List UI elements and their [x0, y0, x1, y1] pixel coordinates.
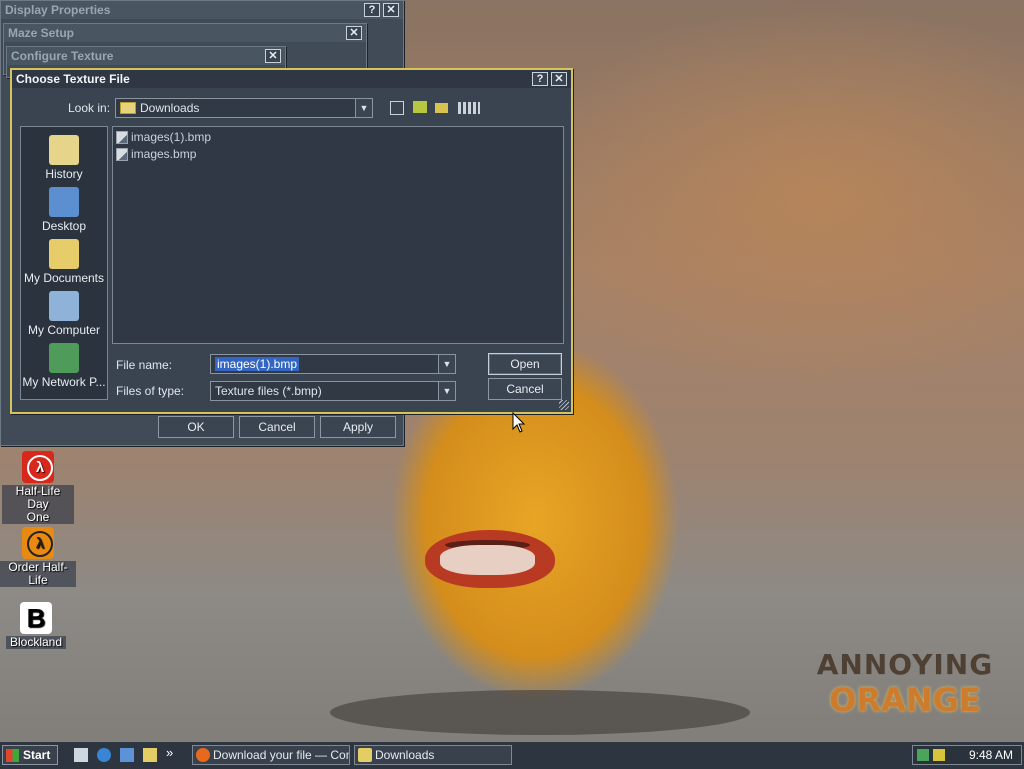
choose-texture-dialog: Choose Texture File ? ✕ Look in: Downloa…: [10, 68, 573, 414]
show-desktop-icon[interactable]: [74, 748, 88, 762]
close-button[interactable]: ✕: [265, 49, 281, 63]
annoying-orange-logo: ANNOYING ORANGE: [816, 648, 994, 719]
chevron-down-icon[interactable]: ▼: [355, 99, 372, 117]
display-properties-title: Display Properties: [5, 3, 111, 17]
files-of-type-label: Files of type:: [116, 384, 185, 398]
cancel-button[interactable]: Cancel: [239, 416, 315, 438]
folder-icon: [120, 102, 136, 114]
network-icon: [49, 343, 79, 373]
desktop-icon: [49, 187, 79, 217]
resize-grip-icon[interactable]: [559, 400, 569, 410]
place-history[interactable]: History: [21, 135, 107, 181]
desktop-icon-order-half-life[interactable]: λ Order Half-Life: [0, 527, 76, 587]
folder-icon[interactable]: [143, 748, 157, 762]
computer-icon: [49, 291, 79, 321]
task-download-your-file[interactable]: Download your file — Con...: [192, 745, 350, 765]
display-properties-titlebar[interactable]: Display Properties ? ✕: [1, 1, 403, 19]
place-my-documents[interactable]: My Documents: [21, 239, 107, 285]
outlook-express-icon[interactable]: [120, 748, 134, 762]
close-button[interactable]: ✕: [551, 72, 567, 86]
task-downloads[interactable]: Downloads: [354, 745, 512, 765]
file-item[interactable]: images.bmp: [116, 146, 196, 162]
new-folder-icon[interactable]: [435, 103, 448, 113]
help-button[interactable]: ?: [364, 3, 380, 17]
chevron-down-icon[interactable]: ▼: [438, 355, 455, 373]
bitmap-file-icon: [116, 147, 128, 161]
maze-setup-titlebar[interactable]: Maze Setup ✕: [4, 24, 366, 42]
desktop-icon-half-life-day-one[interactable]: λ Half-Life Day One: [2, 451, 74, 524]
desktop-folder-icon[interactable]: [413, 101, 427, 113]
file-name-value: images(1).bmp: [215, 357, 300, 371]
blockland-icon: B: [20, 602, 52, 634]
security-tray-icon[interactable]: [933, 749, 945, 761]
desktop-icon-blockland[interactable]: B Blockland: [6, 602, 66, 649]
configure-texture-title: Configure Texture: [11, 49, 114, 63]
ok-button[interactable]: OK: [158, 416, 234, 438]
half-life-icon: λ: [22, 451, 54, 483]
file-item[interactable]: images(1).bmp: [116, 129, 211, 145]
look-in-dropdown[interactable]: Downloads ▼: [115, 98, 373, 118]
clock[interactable]: 9:48 AM: [969, 748, 1013, 762]
close-button[interactable]: ✕: [346, 26, 362, 40]
half-life-order-icon: λ: [22, 527, 54, 559]
more-chevron-icon[interactable]: »: [166, 745, 173, 760]
file-name-input[interactable]: images(1).bmp ▼: [210, 354, 456, 374]
configure-texture-titlebar[interactable]: Configure Texture ✕: [7, 47, 285, 65]
open-button[interactable]: Open: [488, 353, 562, 375]
apply-button[interactable]: Apply: [320, 416, 396, 438]
chevron-down-icon[interactable]: ▼: [438, 382, 455, 400]
orange-teeth: [440, 545, 535, 575]
documents-icon: [49, 239, 79, 269]
taskbar: Start » Download your file — Con... Down…: [0, 741, 1024, 769]
places-bar: History Desktop My Documents My Computer…: [20, 126, 108, 400]
mouse-cursor-icon: [512, 412, 526, 433]
folder-icon: [358, 748, 372, 762]
look-in-value: Downloads: [140, 101, 200, 115]
look-in-label: Look in:: [68, 101, 111, 115]
background-shadow: [330, 690, 750, 735]
file-name-label: File name:: [116, 358, 173, 372]
system-tray: 9:48 AM: [912, 745, 1022, 765]
place-my-network[interactable]: My Network P...: [21, 343, 107, 389]
files-of-type-value: Texture files (*.bmp): [215, 384, 322, 398]
choose-texture-title: Choose Texture File: [16, 72, 130, 86]
maze-setup-title: Maze Setup: [8, 26, 75, 40]
windows-logo-icon: [6, 749, 19, 762]
help-button[interactable]: ?: [532, 72, 548, 86]
view-menu-icon[interactable]: [458, 102, 480, 114]
bitmap-file-icon: [116, 130, 128, 144]
start-button[interactable]: Start: [2, 745, 58, 765]
history-icon: [49, 135, 79, 165]
place-desktop[interactable]: Desktop: [21, 187, 107, 233]
place-my-computer[interactable]: My Computer: [21, 291, 107, 337]
cancel-button[interactable]: Cancel: [488, 378, 562, 400]
internet-explorer-icon[interactable]: [97, 748, 111, 762]
close-button[interactable]: ✕: [383, 3, 399, 17]
files-of-type-dropdown[interactable]: Texture files (*.bmp) ▼: [210, 381, 456, 401]
choose-texture-titlebar[interactable]: Choose Texture File ? ✕: [12, 70, 571, 88]
up-one-level-icon[interactable]: [390, 101, 404, 115]
network-tray-icon[interactable]: [917, 749, 929, 761]
firefox-icon: [196, 748, 210, 762]
quick-launch-bar: »: [70, 745, 182, 763]
